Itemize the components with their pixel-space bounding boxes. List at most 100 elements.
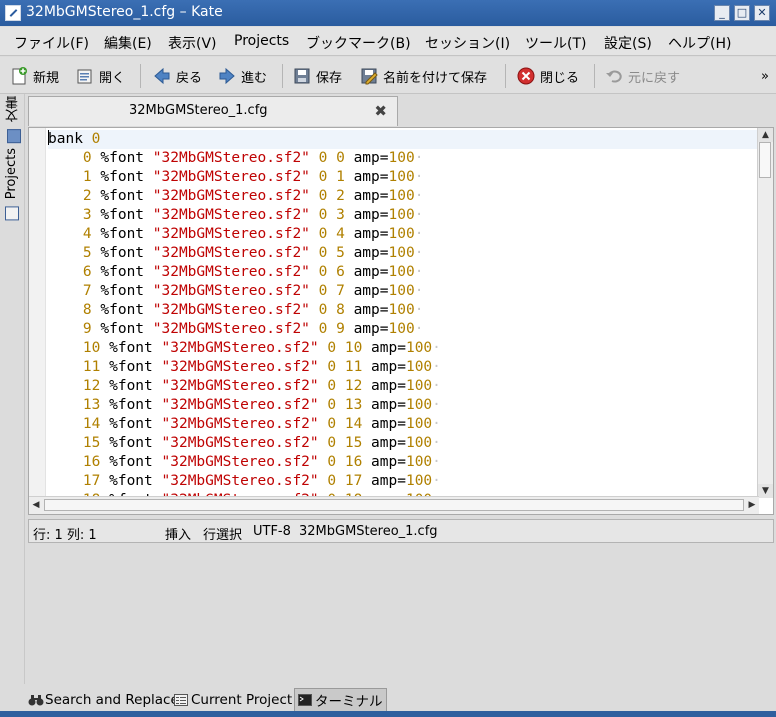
font-program: 3 bbox=[336, 207, 345, 223]
menu-edit[interactable]: 編集(E) bbox=[104, 33, 152, 53]
input-mode[interactable]: 挿入 bbox=[165, 524, 191, 543]
code-line[interactable]: 7 %font "32MbGMStereo.sf2" 0 7 amp=100· bbox=[48, 282, 758, 301]
arrow-left-icon bbox=[153, 67, 171, 85]
save-disk-icon bbox=[293, 67, 311, 85]
code-line[interactable]: 6 %font "32MbGMStereo.sf2" 0 6 amp=100· bbox=[48, 263, 758, 282]
tab-close-icon[interactable]: ✖ bbox=[374, 102, 387, 120]
code-line[interactable]: bank 0 bbox=[48, 130, 758, 149]
trailing-space-marker: · bbox=[414, 226, 424, 242]
code-line[interactable]: 3 %font "32MbGMStereo.sf2" 0 3 amp=100· bbox=[48, 206, 758, 225]
back-label: 戻る bbox=[176, 70, 203, 86]
program-number: 0 bbox=[82, 150, 92, 166]
amp-keyword: amp= bbox=[362, 397, 406, 413]
undo-icon bbox=[605, 67, 623, 85]
open-button[interactable]: 開く bbox=[76, 66, 125, 86]
code-line[interactable]: 0 %font "32MbGMStereo.sf2" 0 0 amp=100· bbox=[48, 149, 758, 168]
undo-button[interactable]: 元に戻す bbox=[605, 66, 680, 86]
amp-value: 100 bbox=[388, 245, 415, 261]
forward-button[interactable]: 進む bbox=[218, 66, 267, 86]
trailing-space-marker: · bbox=[414, 207, 424, 223]
vertical-scroll-thumb[interactable] bbox=[759, 142, 771, 178]
amp-keyword: amp= bbox=[344, 283, 389, 299]
code-line[interactable]: 15 %font "32MbGMStereo.sf2" 0 15 amp=100… bbox=[48, 434, 758, 453]
amp-keyword: amp= bbox=[344, 150, 389, 166]
trailing-space-marker: · bbox=[414, 302, 424, 318]
text-editor[interactable]: bank 0 0 %font "32MbGMStereo.sf2" 0 0 am… bbox=[28, 127, 774, 515]
title-bar: 32MbGMStereo_1.cfg – Kate _ □ ✕ bbox=[0, 0, 776, 26]
close-document-button[interactable]: 閉じる bbox=[517, 66, 579, 86]
back-button[interactable]: 戻る bbox=[153, 66, 202, 86]
amp-value: 100 bbox=[388, 302, 415, 318]
terminal-icon bbox=[298, 694, 312, 706]
sidebar-tab-documents[interactable]: 文書 bbox=[4, 96, 23, 144]
tab-document[interactable]: 32MbGMStereo_1.cfg ✖ bbox=[28, 96, 398, 126]
code-line[interactable]: 17 %font "32MbGMStereo.sf2" 0 17 amp=100… bbox=[48, 472, 758, 491]
code-line[interactable]: 11 %font "32MbGMStereo.sf2" 0 11 amp=100… bbox=[48, 358, 758, 377]
trailing-space-marker: · bbox=[414, 245, 424, 261]
amp-value: 100 bbox=[388, 207, 415, 223]
code-line[interactable]: 12 %font "32MbGMStereo.sf2" 0 12 amp=100… bbox=[48, 377, 758, 396]
selection-mode[interactable]: 行選択 bbox=[203, 524, 242, 543]
tab-current-project[interactable]: Current Project bbox=[171, 688, 295, 712]
toolbar-overflow-button[interactable]: » bbox=[761, 66, 769, 86]
menu-file[interactable]: ファイル(F) bbox=[14, 33, 89, 53]
save-button[interactable]: 保存 bbox=[293, 66, 342, 86]
new-button[interactable]: 新規 bbox=[10, 66, 59, 86]
encoding[interactable]: UTF-8 bbox=[253, 524, 291, 539]
trailing-space-marker: · bbox=[432, 473, 441, 489]
scroll-up-icon[interactable]: ▲ bbox=[758, 128, 773, 142]
code-line[interactable]: 8 %font "32MbGMStereo.sf2" 0 8 amp=100· bbox=[48, 301, 758, 320]
font-program: 9 bbox=[336, 321, 345, 337]
tab-search-and-replace[interactable]: Search and Replace bbox=[25, 688, 182, 712]
scroll-right-icon[interactable]: ▶ bbox=[745, 497, 759, 513]
menu-tools[interactable]: ツール(T) bbox=[525, 33, 586, 53]
sidebar-tab-projects[interactable]: Projects bbox=[4, 148, 19, 221]
amp-keyword: amp= bbox=[344, 245, 389, 261]
horizontal-scroll-thumb[interactable] bbox=[44, 499, 744, 511]
trailing-space-marker: · bbox=[432, 397, 441, 413]
amp-keyword: amp= bbox=[362, 340, 406, 356]
code-line[interactable]: 2 %font "32MbGMStereo.sf2" 0 2 amp=100· bbox=[48, 187, 758, 206]
close-window-button[interactable]: ✕ bbox=[754, 5, 770, 21]
maximize-button[interactable]: □ bbox=[734, 5, 750, 21]
menu-projects[interactable]: Projects bbox=[234, 33, 289, 49]
font-bank: 0 bbox=[327, 340, 337, 356]
minimize-button[interactable]: _ bbox=[714, 5, 730, 21]
font-bank: 0 bbox=[327, 416, 337, 432]
trailing-space-marker: · bbox=[432, 359, 441, 375]
code-line[interactable]: 16 %font "32MbGMStereo.sf2" 0 16 amp=100… bbox=[48, 453, 758, 472]
code-line[interactable]: 4 %font "32MbGMStereo.sf2" 0 4 amp=100· bbox=[48, 225, 758, 244]
code-line[interactable]: 9 %font "32MbGMStereo.sf2" 0 9 amp=100· bbox=[48, 320, 758, 339]
scroll-down-icon[interactable]: ▼ bbox=[758, 484, 773, 498]
menu-bookmarks[interactable]: ブックマーク(B) bbox=[306, 33, 411, 53]
window-title: 32MbGMStereo_1.cfg – Kate bbox=[26, 4, 223, 20]
close-label: 閉じる bbox=[540, 70, 580, 86]
code-line[interactable]: 5 %font "32MbGMStereo.sf2" 0 5 amp=100· bbox=[48, 244, 758, 263]
editor-lines[interactable]: bank 0 0 %font "32MbGMStereo.sf2" 0 0 am… bbox=[48, 130, 758, 496]
tab-terminal[interactable]: ターミナル bbox=[294, 688, 387, 712]
font-program: 0 bbox=[336, 150, 345, 166]
code-line[interactable]: 1 %font "32MbGMStereo.sf2" 0 1 amp=100· bbox=[48, 168, 758, 187]
amp-value: 100 bbox=[405, 378, 433, 394]
menu-view[interactable]: 表示(V) bbox=[168, 33, 217, 53]
scroll-left-icon[interactable]: ◀ bbox=[29, 497, 43, 513]
window-bottom-border bbox=[0, 711, 776, 717]
menu-settings[interactable]: 設定(S) bbox=[604, 33, 652, 53]
menu-help[interactable]: ヘルプ(H) bbox=[668, 33, 731, 53]
code-line[interactable]: 14 %font "32MbGMStereo.sf2" 0 14 amp=100… bbox=[48, 415, 758, 434]
horizontal-scrollbar[interactable]: ◀ ▶ bbox=[29, 496, 759, 514]
code-line[interactable]: 10 %font "32MbGMStereo.sf2" 0 10 amp=100… bbox=[48, 339, 758, 358]
trailing-space-marker: · bbox=[414, 169, 424, 185]
vertical-scrollbar[interactable]: ▲ ▼ bbox=[757, 128, 773, 498]
save-as-button[interactable]: 名前を付けて保存 bbox=[360, 66, 487, 86]
font-string: "32MbGMStereo.sf2" bbox=[161, 416, 319, 432]
menu-sessions[interactable]: セッション(I) bbox=[425, 33, 510, 53]
code-line[interactable]: 13 %font "32MbGMStereo.sf2" 0 13 amp=100… bbox=[48, 396, 758, 415]
